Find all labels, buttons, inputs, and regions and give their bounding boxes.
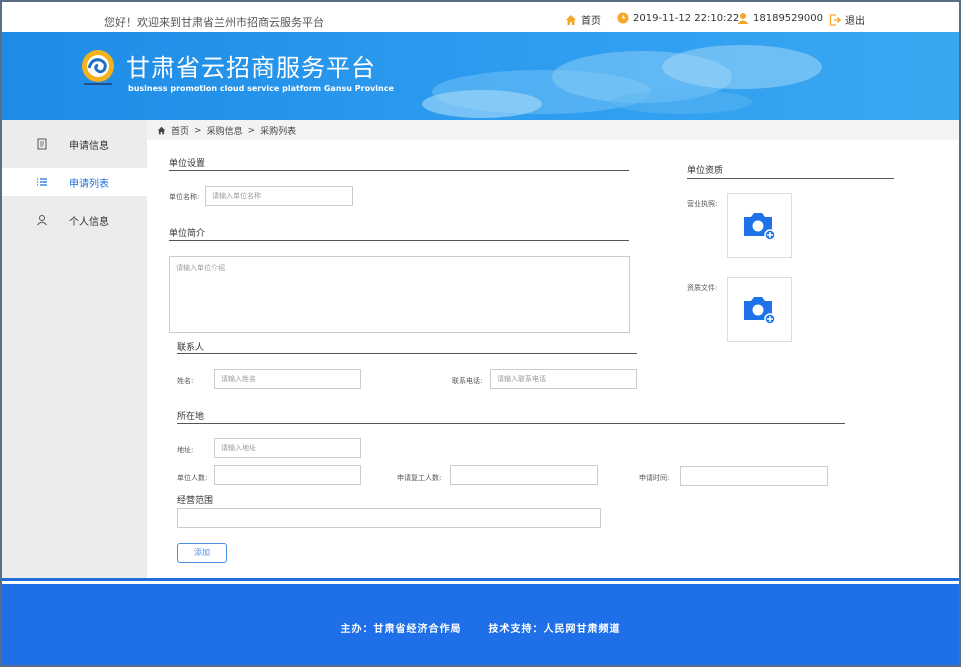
headcount-label: 单位人数: xyxy=(177,474,208,482)
phone-input[interactable]: 请输入联系电话 xyxy=(490,369,637,389)
breadcrumb: 首页 > 采购信息 > 采购列表 xyxy=(147,120,959,140)
add-button[interactable]: 添加 xyxy=(177,543,227,563)
camera-add-icon xyxy=(744,213,776,240)
section-location: 所在地 xyxy=(177,412,205,422)
datetime-text: 2019-11-12 22:10:22 xyxy=(633,12,740,24)
divider xyxy=(687,178,894,179)
welcome-text: 您好！欢迎来到甘肃省兰州市招商云服务平台 xyxy=(104,16,324,29)
resume-count-label: 申请复工人数: xyxy=(397,474,442,482)
breadcrumb-sep: > xyxy=(194,125,202,136)
breadcrumb-home[interactable]: 首页 xyxy=(171,124,189,137)
footer-host: 主办：甘肃省经济合作局 xyxy=(340,624,462,635)
footer-support: 技术支持：人民网甘肃频道 xyxy=(488,624,621,635)
address-label: 地址: xyxy=(177,446,194,454)
user-icon xyxy=(37,215,47,226)
phone-label: 联系电话: xyxy=(452,377,483,385)
breadcrumb-sep: > xyxy=(247,125,256,136)
document-icon xyxy=(37,138,47,150)
footer-divider xyxy=(2,578,959,581)
cert-label: 资质文件: xyxy=(687,284,718,292)
section-unit-intro: 单位简介 xyxy=(169,229,206,239)
user-icon xyxy=(737,13,749,24)
sidebar: 申请信息 申请列表 个人信息 xyxy=(2,120,147,578)
sidebar-item-apply-info[interactable]: 申请信息 xyxy=(2,130,147,158)
resume-count-input[interactable] xyxy=(450,465,598,485)
business-scope-input[interactable] xyxy=(177,508,601,528)
footer-text: 主办：甘肃省经济合作局 技术支持：人民网甘肃频道 xyxy=(2,620,959,635)
logout-icon xyxy=(829,13,841,26)
breadcrumb-procurement[interactable]: 采购信息 xyxy=(207,124,243,137)
logout-link[interactable]: 退出 xyxy=(829,12,865,27)
license-label: 营业执照: xyxy=(687,200,718,208)
breadcrumb-current: 采购列表 xyxy=(260,127,297,137)
name-input[interactable]: 请输入姓名 xyxy=(214,369,361,389)
unit-name-input[interactable]: 请输入单位名称 xyxy=(205,186,353,206)
address-input[interactable]: 请输入地址 xyxy=(214,438,361,458)
top-bar: 您好！欢迎来到甘肃省兰州市招商云服务平台 首页 2019-11-12 22:10… xyxy=(2,2,959,32)
sidebar-item-personal-info[interactable]: 个人信息 xyxy=(2,206,147,234)
apply-time-input[interactable] xyxy=(680,466,828,486)
page-frame: 您好！欢迎来到甘肃省兰州市招商云服务平台 首页 2019-11-12 22:10… xyxy=(0,0,961,667)
banner-subtitle: business promotion cloud service platfor… xyxy=(128,84,394,93)
logout-label: 退出 xyxy=(845,16,865,27)
section-qualification: 单位资质 xyxy=(687,166,724,176)
cert-upload[interactable] xyxy=(727,277,792,342)
sidebar-item-apply-list[interactable]: 申请列表 xyxy=(2,168,147,196)
divider xyxy=(177,353,637,354)
section-business-scope: 经营范围 xyxy=(177,496,214,506)
section-unit-settings: 单位设置 xyxy=(169,159,206,169)
sidebar-label: 申请列表 xyxy=(69,178,109,190)
section-contact: 联系人 xyxy=(177,343,205,353)
home-icon xyxy=(566,14,576,25)
home-icon xyxy=(157,126,166,135)
headcount-input[interactable] xyxy=(214,465,361,485)
sidebar-label: 申请信息 xyxy=(69,140,109,152)
user-phone: 18189529000 xyxy=(737,12,823,24)
platform-logo xyxy=(82,50,114,85)
apply-time-label: 申请时间: xyxy=(639,474,670,482)
main-content: 首页 > 采购信息 > 采购列表 单位设置 单位名称: 请输入单位名称 单位简介… xyxy=(147,120,959,578)
unit-name-label: 单位名称: xyxy=(169,193,200,201)
camera-add-icon xyxy=(744,297,776,324)
cloud-decoration xyxy=(422,45,822,118)
name-label: 姓名: xyxy=(177,377,194,385)
divider xyxy=(169,240,629,241)
unit-intro-textarea[interactable]: 请输入单位介绍 xyxy=(169,256,630,333)
home-label: 首页 xyxy=(581,16,601,27)
datetime: 2019-11-12 22:10:22 xyxy=(617,12,739,24)
phone-text: 18189529000 xyxy=(753,12,823,24)
footer: 主办：甘肃省经济合作局 技术支持：人民网甘肃频道 xyxy=(2,584,959,665)
clock-icon xyxy=(617,12,629,24)
banner-title: 甘肃省云招商服务平台 xyxy=(126,54,376,82)
license-upload[interactable] xyxy=(727,193,792,258)
sidebar-label: 个人信息 xyxy=(69,216,109,228)
divider xyxy=(169,170,629,171)
banner: 甘肃省云招商服务平台 business promotion cloud serv… xyxy=(2,32,959,120)
home-link[interactable]: 首页 xyxy=(565,12,601,27)
divider xyxy=(177,423,845,424)
list-icon xyxy=(37,178,47,186)
